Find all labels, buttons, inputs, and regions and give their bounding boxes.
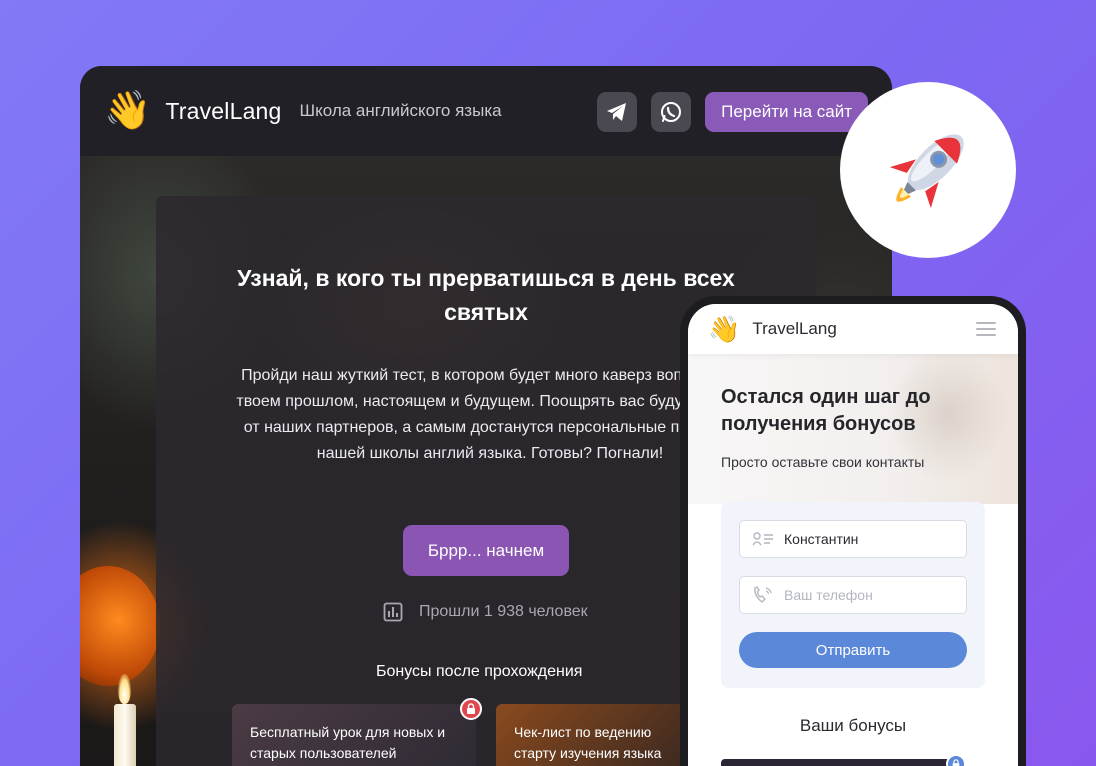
bonus-section-title: Бонусы после прохождения [376,663,583,680]
lock-icon [460,698,482,720]
quiz-description: Пройди наш жуткий тест, в котором будет … [236,367,744,462]
waving-hand-icon: 👋 [708,313,741,344]
brand-name[interactable]: TravelLang [165,98,281,125]
whatsapp-icon [661,102,682,122]
mobile-brand[interactable]: TravelLang [752,319,836,339]
bar-chart-icon [383,602,403,622]
phone-field[interactable]: Ваш телефон [739,576,967,614]
mobile-bonus-title: Ваши бонусы [799,716,907,735]
telegram-button[interactable] [597,92,638,132]
lock-icon [946,754,966,766]
mobile-subtitle: Просто оставьте свои контакты [721,454,925,470]
phone-icon [754,586,772,603]
phone-placeholder: Ваш телефон [784,587,873,603]
name-field[interactable]: Константин [739,520,967,558]
candle-flame [118,674,131,704]
top-actions: Перейти на сайт [597,92,868,132]
mobile-device: 👋 TravelLang Остался один шаг до получен… [680,296,1026,766]
contact-form: Константин Ваш телефон Отправить [721,502,985,688]
hamburger-menu-icon[interactable] [976,322,996,340]
rocket-icon [889,134,964,209]
mobile-bonus-card[interactable] [721,759,961,766]
mobile-screen: 👋 TravelLang Остался один шаг до получен… [688,304,1018,766]
participants-stat: Прошли 1 938 человек [383,602,588,622]
rocket-badge [840,82,1016,258]
bonus-card-label: Бесплатный урок для новых и старых польз… [250,724,446,761]
start-quiz-button[interactable]: Бррр... начнем [403,525,569,576]
quiz-title: Узнай, в кого ты прерватишься в день все… [237,265,735,325]
mobile-title: Остался один шаг до получения бонусов [721,386,931,435]
name-value: Константин [784,531,859,547]
participants-count: Прошли 1 938 человек [419,603,588,620]
whatsapp-button[interactable] [651,92,692,132]
bonus-card[interactable]: Чек-лист по ведению старту изучения язык… [496,704,686,766]
go-to-site-button[interactable]: Перейти на сайт [705,92,868,132]
tagline: Школа английского языка [299,101,502,120]
waving-hand-icon: 👋 [104,90,152,132]
contact-card-icon [752,532,773,546]
pumpkin-image [80,566,160,686]
telegram-icon [607,103,627,121]
bonus-card-label: Чек-лист по ведению старту изучения язык… [514,724,662,761]
submit-button[interactable]: Отправить [739,632,967,668]
bonus-card[interactable]: Бесплатный урок для новых и старых польз… [232,704,476,766]
mobile-nav: 👋 TravelLang [688,304,1018,354]
candle-image [114,704,136,766]
top-bar: 👋 TravelLang Школа английского языка Пер… [80,66,892,156]
